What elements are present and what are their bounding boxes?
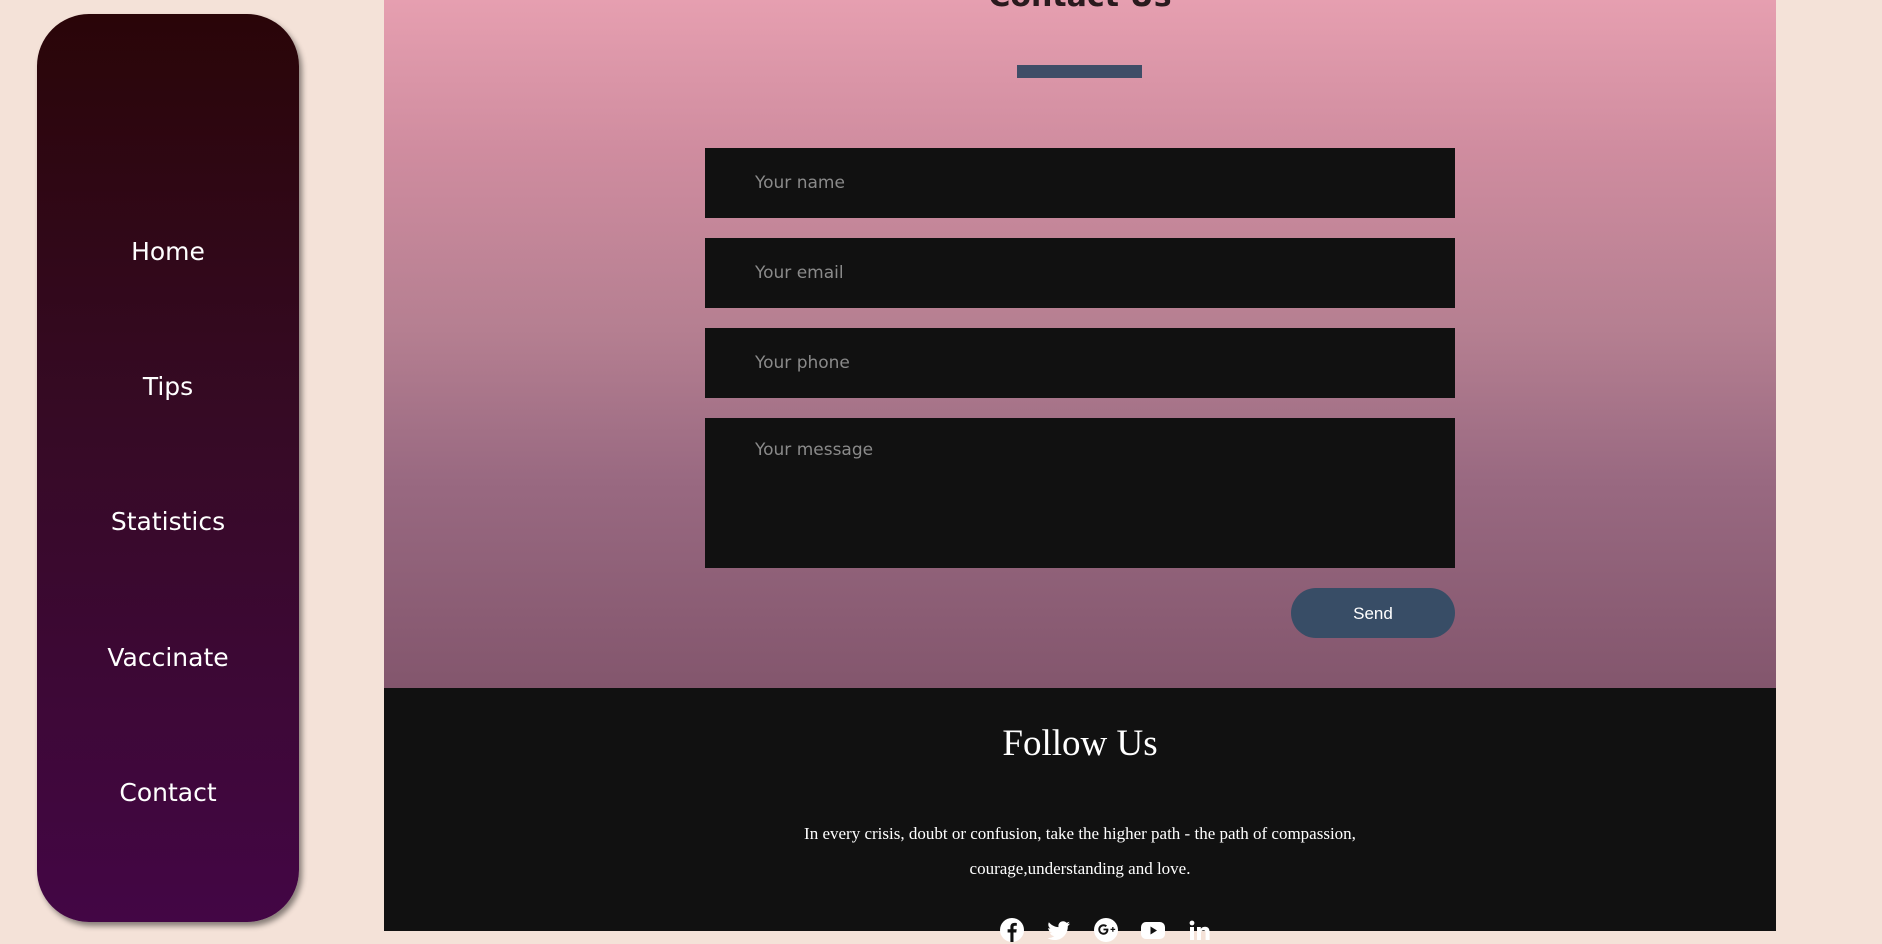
google-plus-icon[interactable]	[1092, 916, 1120, 944]
name-field[interactable]	[705, 148, 1455, 218]
phone-field[interactable]	[705, 328, 1455, 398]
title-underline	[1017, 65, 1142, 78]
send-button[interactable]: Send	[1291, 588, 1455, 638]
follow-us-title: Follow Us	[1002, 723, 1158, 764]
email-field[interactable]	[705, 238, 1455, 308]
nav-item-home[interactable]: Home	[37, 237, 299, 267]
nav-item-contact[interactable]: Contact	[37, 778, 299, 808]
linkedin-icon[interactable]	[1186, 916, 1214, 944]
quote-line-2: courage,understanding and love.	[969, 859, 1191, 878]
nav-item-tips[interactable]: Tips	[37, 372, 299, 402]
twitter-icon[interactable]	[1045, 916, 1073, 944]
message-field[interactable]	[705, 418, 1455, 568]
main-content: Contact Us Send Follow Us In every crisi…	[384, 0, 1776, 942]
youtube-icon[interactable]	[1139, 916, 1167, 944]
quote-line-1: In every crisis, doubt or confusion, tak…	[804, 824, 1356, 843]
contact-section: Contact Us Send	[384, 0, 1776, 688]
footer: Follow Us In every crisis, doubt or conf…	[384, 688, 1776, 942]
facebook-icon[interactable]	[998, 916, 1026, 944]
nav-item-statistics[interactable]: Statistics	[37, 507, 299, 537]
nav-item-vaccinate[interactable]: Vaccinate	[37, 643, 299, 673]
footer-quote: In every crisis, doubt or confusion, tak…	[730, 816, 1430, 886]
contact-title: Contact Us	[384, 0, 1776, 12]
sidebar: Home Tips Statistics Vaccinate Contact	[37, 14, 299, 922]
